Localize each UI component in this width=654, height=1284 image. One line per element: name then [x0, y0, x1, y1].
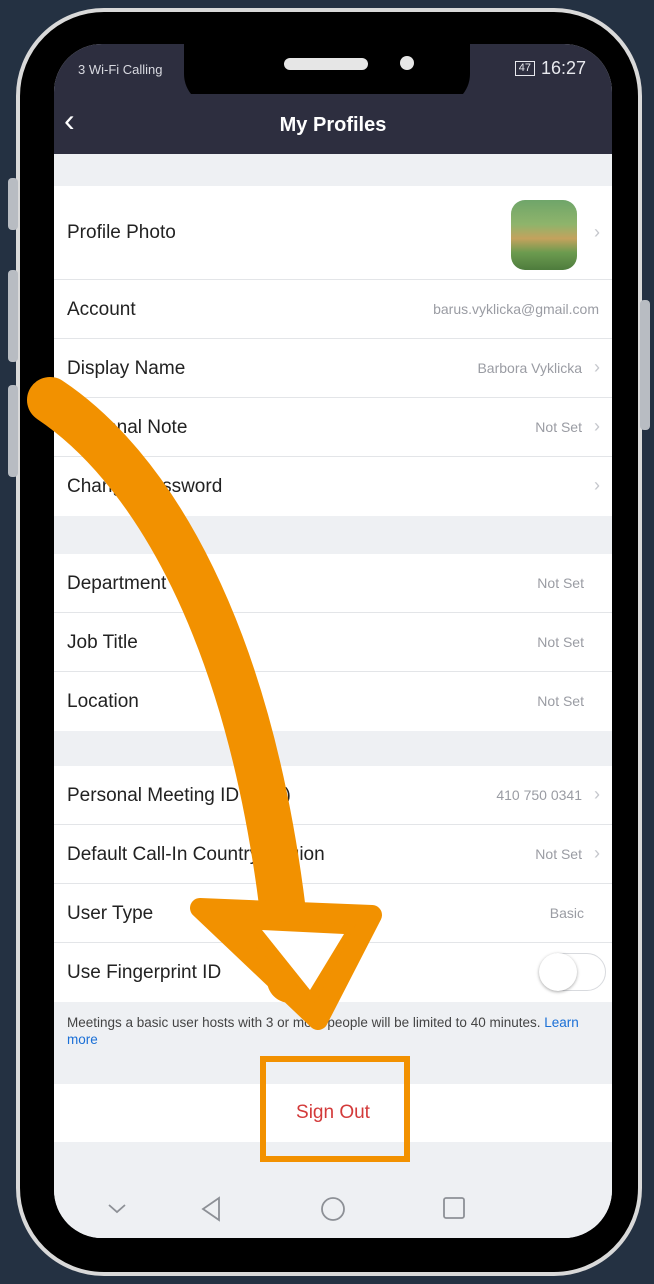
sign-out-highlight-box — [260, 1056, 410, 1162]
annotation-arrowhead — [190, 898, 382, 1030]
annotation-arrow-stroke — [27, 377, 313, 1003]
